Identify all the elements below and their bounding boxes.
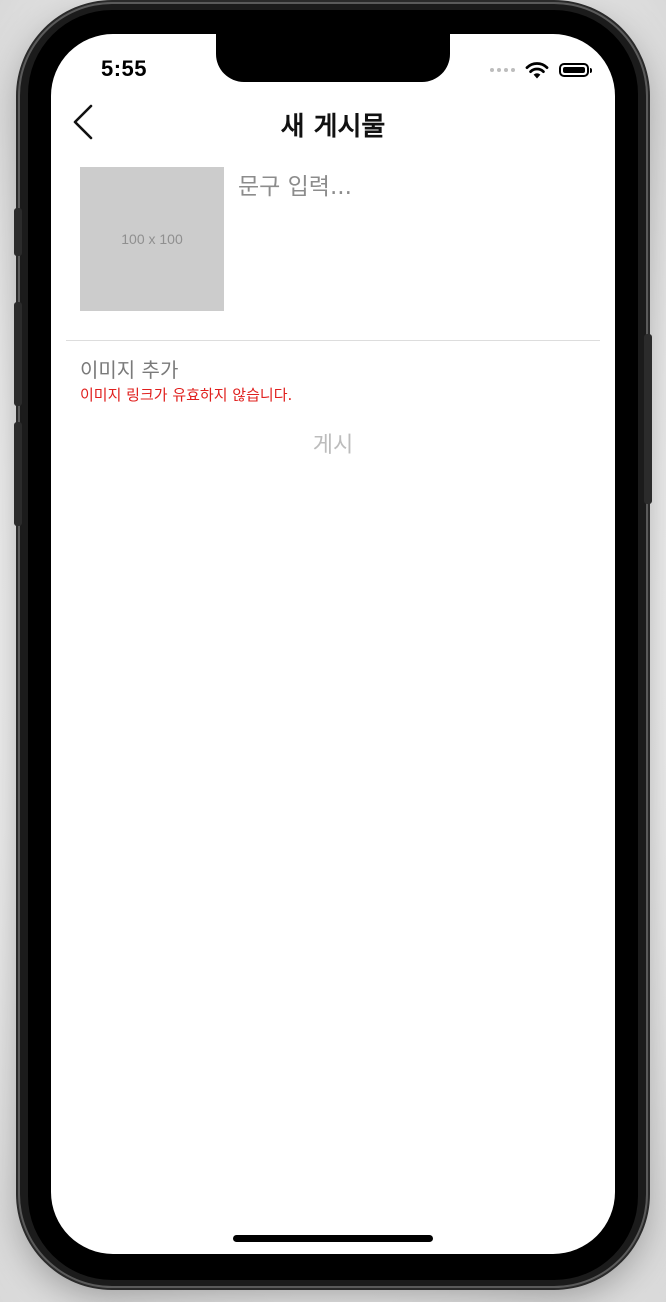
volume-up-button [14,302,22,406]
home-indicator[interactable] [233,1235,433,1242]
battery-icon [559,63,592,77]
volume-down-button [14,422,22,526]
image-link-error: 이미지 링크가 유효하지 않습니다. [80,386,293,404]
post-button[interactable]: 게시 [51,427,615,459]
add-image-button[interactable]: 이미지 추가 [80,354,178,383]
app-screen: 5:55 새 게시물 100 x 100 이미지 추가 이미지 링크가 유효하지… [51,34,615,1254]
power-button [644,334,652,504]
status-indicators [490,60,592,80]
thumbnail-placeholder-label: 100 x 100 [121,231,183,247]
image-thumbnail[interactable]: 100 x 100 [80,167,224,311]
status-time: 5:55 [101,56,148,81]
navigation-bar: 새 게시물 [51,98,615,146]
compose-section: 100 x 100 [80,167,600,317]
battery-fill [563,67,585,73]
notch [216,34,450,82]
wifi-icon [525,62,549,79]
section-divider [66,340,600,341]
cellular-signal-icon [490,68,515,72]
page-title: 새 게시물 [280,112,386,142]
caption-input[interactable] [238,167,594,307]
silent-switch [14,208,22,256]
